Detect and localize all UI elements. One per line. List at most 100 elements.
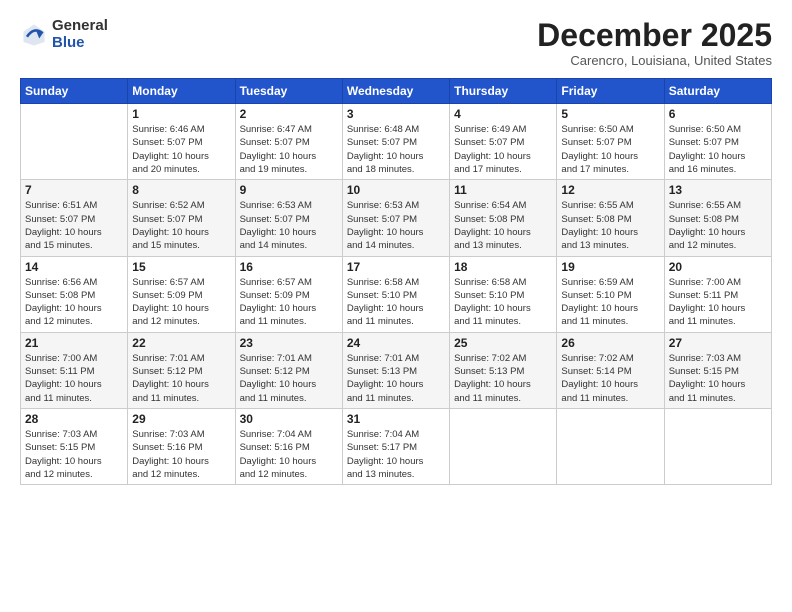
page: General Blue December 2025 Carencro, Lou… — [0, 0, 792, 612]
calendar-cell: 23 Sunrise: 7:01 AM Sunset: 5:12 PM Dayli… — [235, 332, 342, 408]
day-number: 9 — [240, 183, 338, 197]
calendar-cell: 24 Sunrise: 7:01 AM Sunset: 5:13 PM Dayli… — [342, 332, 449, 408]
day-info: Sunrise: 7:04 AM Sunset: 5:16 PM Dayligh… — [240, 428, 338, 481]
logo-icon — [20, 21, 48, 49]
day-info: Sunrise: 7:03 AM Sunset: 5:16 PM Dayligh… — [132, 428, 230, 481]
logo: General Blue — [20, 18, 108, 51]
day-number: 6 — [669, 107, 767, 121]
day-number: 12 — [561, 183, 659, 197]
day-info: Sunrise: 6:57 AM Sunset: 5:09 PM Dayligh… — [240, 276, 338, 329]
calendar-cell: 7 Sunrise: 6:51 AM Sunset: 5:07 PM Daylig… — [21, 180, 128, 256]
day-number: 7 — [25, 183, 123, 197]
day-number: 24 — [347, 336, 445, 350]
day-number: 28 — [25, 412, 123, 426]
calendar-cell: 13Sunrise: 6:55 AM Sunset: 5:08 PM Dayli… — [664, 180, 771, 256]
day-info: Sunrise: 7:01 AM Sunset: 5:12 PM Dayligh… — [132, 352, 230, 405]
weekday-header-row: SundayMondayTuesdayWednesdayThursdayFrid… — [21, 79, 772, 104]
day-info: Sunrise: 6:54 AM Sunset: 5:08 PM Dayligh… — [454, 199, 552, 252]
calendar-cell: 11 Sunrise: 6:54 AM Sunset: 5:08 PM Dayli… — [450, 180, 557, 256]
calendar-cell: 1Sunrise: 6:46 AM Sunset: 5:07 PM Daylig… — [128, 104, 235, 180]
calendar-cell: 25Sunrise: 7:02 AM Sunset: 5:13 PM Dayli… — [450, 332, 557, 408]
day-number: 2 — [240, 107, 338, 121]
day-info: Sunrise: 6:53 AM Sunset: 5:07 PM Dayligh… — [347, 199, 445, 252]
month-title: December 2025 — [537, 18, 772, 53]
day-info: Sunrise: 6:56 AM Sunset: 5:08 PM Dayligh… — [25, 276, 123, 329]
calendar-cell: 22 Sunrise: 7:01 AM Sunset: 5:12 PM Dayli… — [128, 332, 235, 408]
day-number: 15 — [132, 260, 230, 274]
calendar-cell: 29 Sunrise: 7:03 AM Sunset: 5:16 PM Dayli… — [128, 408, 235, 484]
calendar-cell: 14 Sunrise: 6:56 AM Sunset: 5:08 PM Dayli… — [21, 256, 128, 332]
day-info: Sunrise: 6:51 AM Sunset: 5:07 PM Dayligh… — [25, 199, 123, 252]
day-info: Sunrise: 6:50 AM Sunset: 5:07 PM Dayligh… — [561, 123, 659, 176]
calendar-cell: 15 Sunrise: 6:57 AM Sunset: 5:09 PM Dayli… — [128, 256, 235, 332]
day-info: Sunrise: 6:49 AM Sunset: 5:07 PM Dayligh… — [454, 123, 552, 176]
day-number: 20 — [669, 260, 767, 274]
calendar-cell — [664, 408, 771, 484]
calendar-cell: 21 Sunrise: 7:00 AM Sunset: 5:11 PM Dayli… — [21, 332, 128, 408]
day-number: 30 — [240, 412, 338, 426]
day-info: Sunrise: 6:48 AM Sunset: 5:07 PM Dayligh… — [347, 123, 445, 176]
day-info: Sunrise: 6:50 AM Sunset: 5:07 PM Dayligh… — [669, 123, 767, 176]
weekday-header-thursday: Thursday — [450, 79, 557, 104]
calendar-cell — [21, 104, 128, 180]
calendar-table: SundayMondayTuesdayWednesdayThursdayFrid… — [20, 78, 772, 485]
day-info: Sunrise: 7:01 AM Sunset: 5:13 PM Dayligh… — [347, 352, 445, 405]
calendar-cell: 2 Sunrise: 6:47 AM Sunset: 5:07 PM Daylig… — [235, 104, 342, 180]
header: General Blue December 2025 Carencro, Lou… — [20, 18, 772, 68]
day-number: 22 — [132, 336, 230, 350]
day-number: 10 — [347, 183, 445, 197]
day-number: 21 — [25, 336, 123, 350]
week-row-2: 7 Sunrise: 6:51 AM Sunset: 5:07 PM Daylig… — [21, 180, 772, 256]
day-number: 31 — [347, 412, 445, 426]
day-number: 11 — [454, 183, 552, 197]
day-number: 16 — [240, 260, 338, 274]
day-info: Sunrise: 6:58 AM Sunset: 5:10 PM Dayligh… — [454, 276, 552, 329]
day-number: 14 — [25, 260, 123, 274]
week-row-4: 21 Sunrise: 7:00 AM Sunset: 5:11 PM Dayli… — [21, 332, 772, 408]
location-subtitle: Carencro, Louisiana, United States — [537, 53, 772, 68]
calendar-cell: 5 Sunrise: 6:50 AM Sunset: 5:07 PM Daylig… — [557, 104, 664, 180]
day-info: Sunrise: 6:58 AM Sunset: 5:10 PM Dayligh… — [347, 276, 445, 329]
day-number: 5 — [561, 107, 659, 121]
week-row-5: 28 Sunrise: 7:03 AM Sunset: 5:15 PM Dayli… — [21, 408, 772, 484]
day-info: Sunrise: 7:02 AM Sunset: 5:13 PM Dayligh… — [454, 352, 552, 405]
day-info: Sunrise: 6:55 AM Sunset: 5:08 PM Dayligh… — [561, 199, 659, 252]
day-info: Sunrise: 6:53 AM Sunset: 5:07 PM Dayligh… — [240, 199, 338, 252]
calendar-cell: 20Sunrise: 7:00 AM Sunset: 5:11 PM Dayli… — [664, 256, 771, 332]
calendar-cell: 30 Sunrise: 7:04 AM Sunset: 5:16 PM Dayli… — [235, 408, 342, 484]
day-number: 1 — [132, 107, 230, 121]
weekday-header-wednesday: Wednesday — [342, 79, 449, 104]
week-row-1: 1Sunrise: 6:46 AM Sunset: 5:07 PM Daylig… — [21, 104, 772, 180]
calendar-cell: 27Sunrise: 7:03 AM Sunset: 5:15 PM Dayli… — [664, 332, 771, 408]
day-number: 17 — [347, 260, 445, 274]
calendar-cell: 9 Sunrise: 6:53 AM Sunset: 5:07 PM Daylig… — [235, 180, 342, 256]
calendar-cell: 6 Sunrise: 6:50 AM Sunset: 5:07 PM Daylig… — [664, 104, 771, 180]
day-info: Sunrise: 6:47 AM Sunset: 5:07 PM Dayligh… — [240, 123, 338, 176]
calendar-cell: 17 Sunrise: 6:58 AM Sunset: 5:10 PM Dayli… — [342, 256, 449, 332]
calendar-cell: 8 Sunrise: 6:52 AM Sunset: 5:07 PM Daylig… — [128, 180, 235, 256]
title-block: December 2025 Carencro, Louisiana, Unite… — [537, 18, 772, 68]
day-number: 8 — [132, 183, 230, 197]
calendar-cell: 19Sunrise: 6:59 AM Sunset: 5:10 PM Dayli… — [557, 256, 664, 332]
day-info: Sunrise: 6:57 AM Sunset: 5:09 PM Dayligh… — [132, 276, 230, 329]
day-info: Sunrise: 7:00 AM Sunset: 5:11 PM Dayligh… — [25, 352, 123, 405]
day-number: 29 — [132, 412, 230, 426]
calendar-cell: 28 Sunrise: 7:03 AM Sunset: 5:15 PM Dayli… — [21, 408, 128, 484]
calendar-cell: 31Sunrise: 7:04 AM Sunset: 5:17 PM Dayli… — [342, 408, 449, 484]
day-number: 23 — [240, 336, 338, 350]
day-info: Sunrise: 7:01 AM Sunset: 5:12 PM Dayligh… — [240, 352, 338, 405]
calendar-cell: 4Sunrise: 6:49 AM Sunset: 5:07 PM Daylig… — [450, 104, 557, 180]
day-number: 18 — [454, 260, 552, 274]
weekday-header-sunday: Sunday — [21, 79, 128, 104]
calendar-cell: 16 Sunrise: 6:57 AM Sunset: 5:09 PM Dayli… — [235, 256, 342, 332]
calendar-cell: 26Sunrise: 7:02 AM Sunset: 5:14 PM Dayli… — [557, 332, 664, 408]
calendar-cell: 12 Sunrise: 6:55 AM Sunset: 5:08 PM Dayli… — [557, 180, 664, 256]
day-number: 13 — [669, 183, 767, 197]
week-row-3: 14 Sunrise: 6:56 AM Sunset: 5:08 PM Dayli… — [21, 256, 772, 332]
calendar-cell: 3Sunrise: 6:48 AM Sunset: 5:07 PM Daylig… — [342, 104, 449, 180]
day-info: Sunrise: 7:03 AM Sunset: 5:15 PM Dayligh… — [669, 352, 767, 405]
day-info: Sunrise: 7:03 AM Sunset: 5:15 PM Dayligh… — [25, 428, 123, 481]
calendar-cell — [450, 408, 557, 484]
weekday-header-friday: Friday — [557, 79, 664, 104]
day-info: Sunrise: 6:52 AM Sunset: 5:07 PM Dayligh… — [132, 199, 230, 252]
